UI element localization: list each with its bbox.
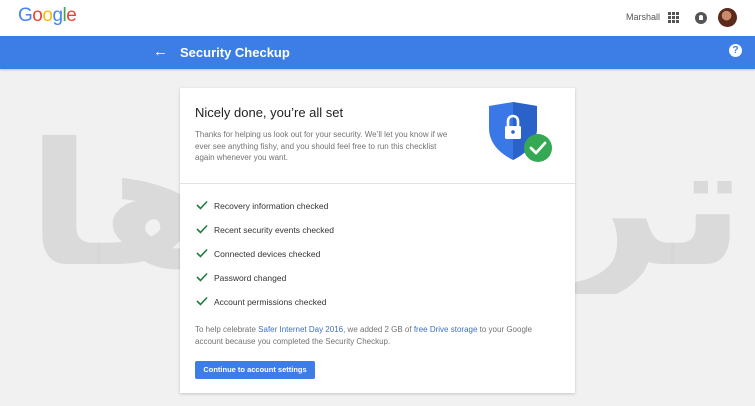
safer-internet-day-link[interactable]: Safer Internet Day 2016: [258, 325, 343, 334]
checklist-item-label: Password changed: [214, 273, 287, 283]
avatar[interactable]: [718, 8, 737, 27]
back-arrow-icon[interactable]: ←: [153, 43, 168, 60]
footer-text-prefix: To help celebrate: [195, 325, 259, 334]
checkmark-icon: [196, 224, 208, 234]
checklist-item-label: Recent security events checked: [214, 225, 335, 235]
user-name[interactable]: Marshall: [626, 12, 660, 22]
drive-bonus-text: To help celebrate Safer Internet Day 201…: [195, 324, 555, 347]
card-headline: Nicely done, you’re all set: [195, 105, 344, 120]
checklist-item: Connected devices checked: [196, 248, 556, 272]
logo-letter: e: [66, 5, 77, 26]
google-logo[interactable]: Google: [18, 5, 77, 27]
help-icon[interactable]: ?: [729, 44, 742, 57]
card-intro-text: Thanks for helping us look out for your …: [195, 130, 448, 162]
checklist-item: Account permissions checked: [196, 296, 556, 320]
checklist-item-label: Account permissions checked: [214, 297, 327, 307]
page-header-bar: ← Security Checkup ?: [0, 36, 755, 69]
checklist-item-label: Connected devices checked: [214, 249, 321, 259]
card-divider: [180, 183, 575, 184]
checkmark-icon: [196, 296, 208, 306]
checkmark-icon: [196, 248, 208, 258]
footer-text-middle: , we added 2 GB of: [343, 325, 414, 334]
top-bar: Google Marshall: [0, 0, 755, 36]
checklist-item: Password changed: [196, 272, 556, 296]
checklist-item: Recovery information checked: [196, 200, 556, 224]
logo-letter: g: [52, 5, 63, 26]
checklist-item: Recent security events checked: [196, 224, 556, 248]
continue-to-account-settings-button[interactable]: Continue to account settings: [195, 361, 315, 379]
security-checkup-card: Nicely done, you’re all set Thanks for h…: [180, 88, 575, 393]
checkmark-icon: [196, 272, 208, 282]
checklist: Recovery information checked Recent secur…: [196, 200, 556, 320]
logo-letter: G: [18, 5, 33, 26]
page-title: Security Checkup: [180, 45, 290, 60]
logo-letter: o: [32, 5, 43, 26]
free-drive-storage-link[interactable]: free Drive storage: [414, 325, 478, 334]
checklist-item-label: Recovery information checked: [214, 201, 329, 211]
shield-lock-check-icon: [489, 102, 552, 162]
checkmark-icon: [196, 200, 208, 210]
apps-grid-icon[interactable]: [668, 12, 679, 23]
logo-letter: o: [42, 5, 53, 26]
notifications-icon[interactable]: [695, 12, 707, 24]
